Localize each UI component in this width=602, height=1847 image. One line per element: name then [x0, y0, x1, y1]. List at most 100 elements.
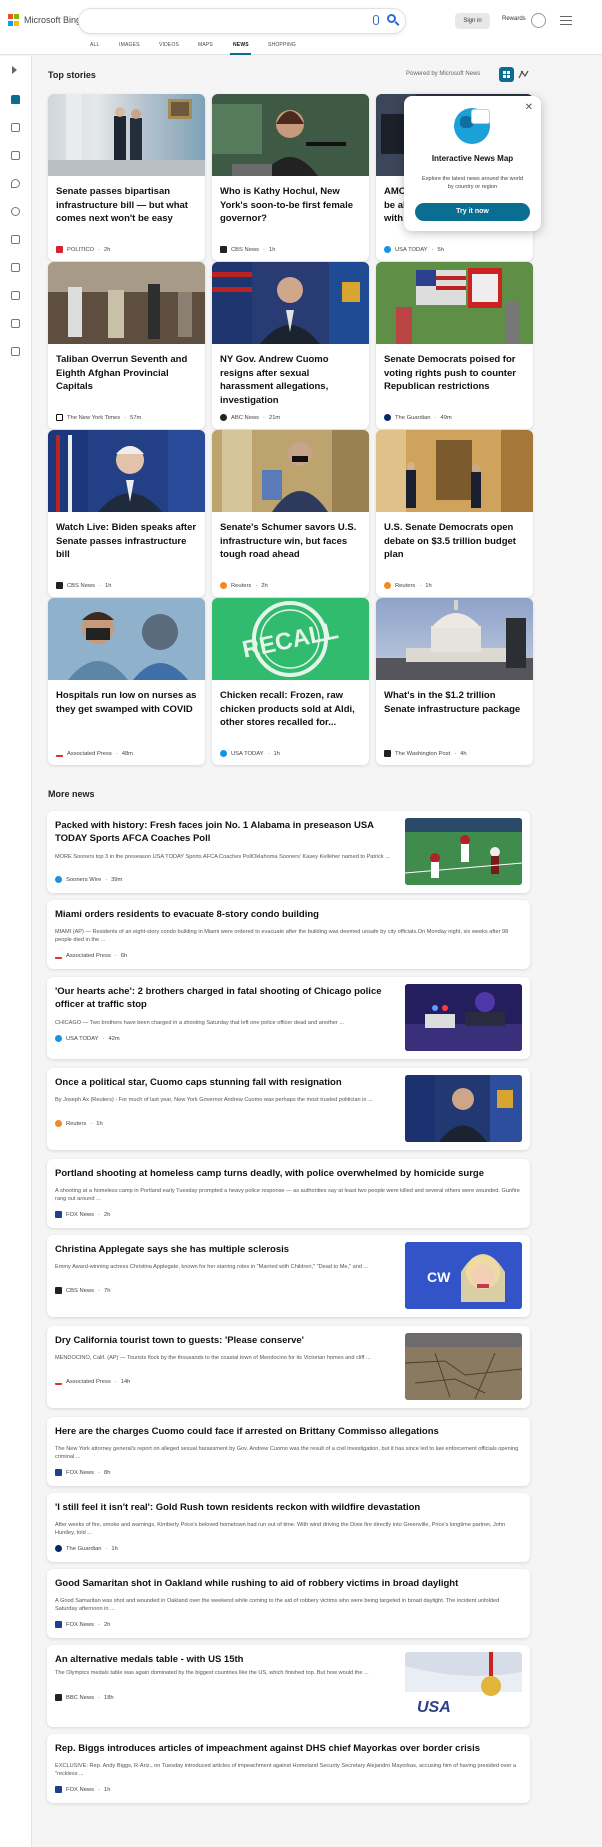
news-title[interactable]: An alternative medals table - with US 15…	[55, 1653, 395, 1666]
news-list-item[interactable]: 'Our hearts ache': 2 brothers charged in…	[47, 977, 530, 1059]
story-title[interactable]: Taliban Overrun Seventh and Eighth Afgha…	[56, 353, 198, 394]
news-title[interactable]: Good Samaritan shot in Oakland while rus…	[55, 1577, 515, 1590]
story-time: 4h	[460, 750, 467, 757]
story-title[interactable]: NY Gov. Andrew Cuomo resigns after sexua…	[220, 353, 362, 407]
story-title[interactable]: Senate's Schumer savors U.S. infrastruct…	[220, 521, 362, 562]
map-view-button[interactable]	[516, 67, 531, 82]
rocket-icon[interactable]	[11, 263, 20, 272]
source-logo-icon	[55, 1621, 62, 1628]
story-time: 2h	[261, 582, 268, 589]
story-title[interactable]: Hospitals run low on nurses as they get …	[56, 689, 198, 716]
category-sidebar	[0, 56, 32, 1847]
source-logo-icon	[55, 1211, 62, 1218]
sports-icon[interactable]	[11, 235, 20, 244]
story-card[interactable]: Senate Democrats poised for voting right…	[376, 262, 533, 429]
news-list-item[interactable]: 'I still feel it isn't real': Gold Rush …	[47, 1493, 530, 1562]
news-description: MIAMI (AP) — Residents of an eight-story…	[55, 929, 509, 943]
close-icon[interactable]: ✕	[525, 102, 533, 113]
story-card[interactable]: Who is Kathy Hochul, New York's soon-to-…	[212, 94, 369, 261]
story-card[interactable]: What's in the $1.2 trillion Senate infra…	[376, 598, 533, 765]
home-icon[interactable]	[11, 95, 20, 104]
story-source: POLITICO · 2h	[56, 246, 110, 253]
news-title[interactable]: Dry California tourist town to guests: '…	[55, 1334, 395, 1347]
news-list-item[interactable]: Miami orders residents to evacuate 8-sto…	[47, 900, 530, 969]
story-card[interactable]: Senate passes bipartisan infrastructure …	[48, 94, 205, 261]
search-input[interactable]	[79, 9, 405, 33]
story-card[interactable]: Senate's Schumer savors U.S. infrastruct…	[212, 430, 369, 597]
story-source: Associated Press · 48m	[56, 750, 133, 757]
news-title[interactable]: Here are the charges Cuomo could face if…	[55, 1425, 515, 1438]
nyt-logo-icon	[56, 414, 63, 421]
story-title[interactable]: Watch Live: Biden speaks after Senate pa…	[56, 521, 198, 562]
story-title[interactable]: What's in the $1.2 trillion Senate infra…	[384, 689, 526, 716]
story-title[interactable]: Chicken recall: Frozen, raw chicken prod…	[220, 689, 362, 730]
politics-building-icon[interactable]	[11, 319, 20, 328]
news-time: 14h	[120, 1378, 131, 1385]
try-it-now-button[interactable]: Try it now	[415, 203, 530, 221]
news-list-item[interactable]: Here are the charges Cuomo could face if…	[47, 1417, 530, 1486]
grid-view-button[interactable]	[499, 67, 514, 82]
tab-images[interactable]: IMAGES	[119, 42, 140, 48]
tab-videos[interactable]: VIDEOS	[159, 42, 179, 48]
news-title[interactable]: Christina Applegate says she has multipl…	[55, 1243, 395, 1256]
story-card[interactable]: U.S. Senate Democrats open debate on $3.…	[376, 430, 533, 597]
source-name: The New York Times	[67, 414, 121, 421]
location-pin-icon[interactable]	[11, 179, 20, 188]
microphone-icon[interactable]	[373, 15, 379, 25]
science-icon[interactable]	[11, 123, 20, 132]
news-title[interactable]: 'Our hearts ache': 2 brothers charged in…	[55, 985, 395, 1011]
news-title[interactable]: 'I still feel it isn't real': Gold Rush …	[55, 1501, 515, 1514]
globe-icon[interactable]	[11, 207, 20, 216]
story-title[interactable]: Senate passes bipartisan infrastructure …	[56, 185, 198, 226]
tab-shopping[interactable]: SHOPPING	[268, 42, 296, 48]
globe-map-icon	[454, 108, 490, 144]
story-source: USA TODAY · 1h	[220, 750, 280, 757]
news-list-item[interactable]: Rep. Biggs introduces articles of impeac…	[47, 1734, 530, 1803]
news-source: Reuters · 1h	[55, 1120, 103, 1127]
story-card[interactable]: NY Gov. Andrew Cuomo resigns after sexua…	[212, 262, 369, 429]
news-title[interactable]: Portland shooting at homeless camp turns…	[55, 1167, 515, 1180]
tab-maps[interactable]: MAPS	[198, 42, 213, 48]
hamburger-menu-icon[interactable]	[560, 16, 572, 25]
bing-logo[interactable]: Microsoft Bing	[8, 14, 81, 26]
news-list-item[interactable]: Christina Applegate says she has multipl…	[47, 1235, 530, 1317]
flag-icon[interactable]	[11, 151, 20, 160]
rewards-trophy-icon[interactable]	[531, 13, 546, 28]
reuters-logo-icon	[220, 582, 227, 589]
story-card[interactable]: Watch Live: Biden speaks after Senate pa…	[48, 430, 205, 597]
news-title[interactable]: Miami orders residents to evacuate 8-sto…	[55, 908, 515, 921]
news-title[interactable]: Once a political star, Cuomo caps stunni…	[55, 1076, 395, 1089]
news-title[interactable]: Rep. Biggs introduces articles of impeac…	[55, 1742, 515, 1755]
story-title[interactable]: Senate Democrats poised for voting right…	[384, 353, 526, 394]
news-title[interactable]: Packed with history: Fresh faces join No…	[55, 819, 395, 845]
story-card[interactable]: Hospitals run low on nurses as they get …	[48, 598, 205, 765]
usatoday-logo-icon	[384, 246, 391, 253]
story-title[interactable]: U.S. Senate Democrats open debate on $3.…	[384, 521, 526, 562]
story-card[interactable]: RECALL Chicken recall: Frozen, raw chick…	[212, 598, 369, 765]
sign-in-button[interactable]: Sign in	[455, 13, 490, 29]
tab-all[interactable]: ALL	[90, 42, 100, 48]
news-list-item[interactable]: Portland shooting at homeless camp turns…	[47, 1159, 530, 1228]
search-icon[interactable]	[387, 14, 396, 23]
news-list-item[interactable]: Good Samaritan shot in Oakland while rus…	[47, 1569, 530, 1638]
story-source: Reuters · 1h	[384, 582, 432, 589]
news-list-item[interactable]: An alternative medals table - with US 15…	[47, 1645, 530, 1727]
story-card[interactable]: Taliban Overrun Seventh and Eighth Afgha…	[48, 262, 205, 429]
money-icon[interactable]	[11, 347, 20, 356]
entertainment-icon[interactable]	[11, 291, 20, 300]
story-image: RECALL	[212, 598, 369, 680]
expand-sidebar-icon[interactable]	[12, 66, 17, 74]
news-list-item[interactable]: Once a political star, Cuomo caps stunni…	[47, 1068, 530, 1150]
source-name: Associated Press	[67, 750, 112, 757]
news-description: A Good Samaritan was shot and wounded in…	[55, 1598, 500, 1612]
tab-news[interactable]: NEWS	[233, 42, 249, 48]
rewards-label[interactable]: Rewards	[502, 16, 526, 22]
more-news-heading: More news	[48, 789, 95, 799]
news-list-item[interactable]: Dry California tourist town to guests: '…	[47, 1326, 530, 1408]
story-title[interactable]: Who is Kathy Hochul, New York's soon-to-…	[220, 185, 362, 226]
news-time: 2h	[103, 1621, 111, 1628]
news-description: By Joseph Ax (Reuters) - For much of las…	[55, 1097, 373, 1103]
news-list-item[interactable]: Packed with history: Fresh faces join No…	[47, 811, 530, 893]
story-time: 1h	[273, 750, 280, 757]
story-source: The Guardian · 49m	[384, 414, 452, 421]
